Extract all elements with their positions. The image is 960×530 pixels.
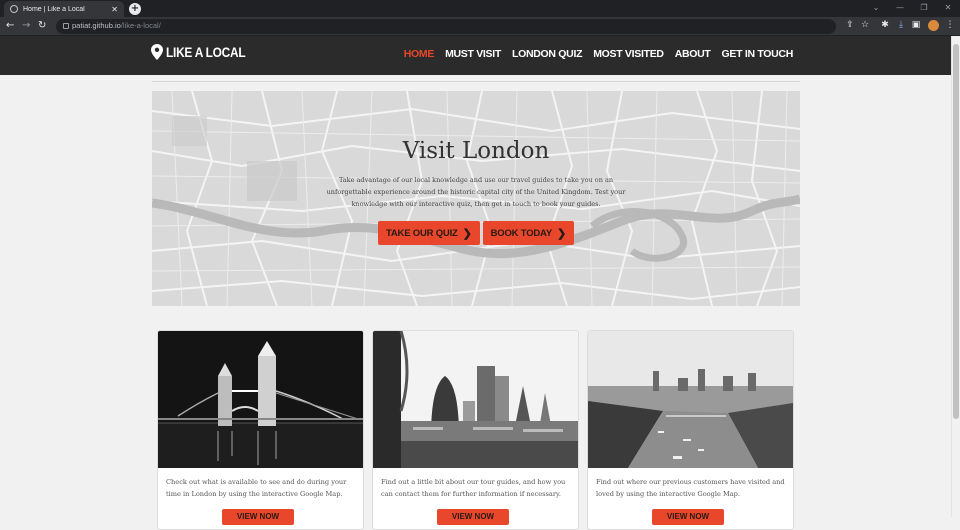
view-now-button[interactable]: VIEW NOW <box>222 509 294 525</box>
lock-icon[interactable] <box>63 23 69 29</box>
star-icon[interactable]: ☆ <box>860 20 870 30</box>
chevron-right-icon: ❯ <box>557 227 567 240</box>
take-quiz-button[interactable]: TAKE OUR QUIZ ❯ <box>377 221 480 245</box>
book-today-button[interactable]: BOOK TODAY ❯ <box>482 221 575 245</box>
view-now-button[interactable]: VIEW NOW <box>437 509 509 525</box>
url-text: patiat.github.io/like-a-local/ <box>72 21 161 30</box>
window-controls: ⌄ — ❐ ✕ <box>864 0 960 17</box>
map-pin-icon <box>151 44 163 60</box>
nav-london-quiz[interactable]: LONDON QUIZ <box>512 48 583 60</box>
city-skyline-image <box>373 331 578 468</box>
nav-get-in-touch[interactable]: GET IN TOUCH <box>722 48 794 60</box>
nav-must-visit[interactable]: MUST VISIT <box>445 48 501 60</box>
divider <box>152 81 800 82</box>
extensions-icon[interactable]: ✱ <box>880 20 890 30</box>
main-nav: HOME MUST VISIT LONDON QUIZ MOST VISITED… <box>404 48 794 60</box>
browser-tab[interactable]: Home | Like a Local ✕ <box>4 1 124 17</box>
card-text: Find out a little bit about our tour gui… <box>381 478 566 498</box>
tower-bridge-image <box>158 331 363 468</box>
brand-logo[interactable]: LIKE A LOCAL <box>151 44 259 60</box>
url-path: /like-a-local/ <box>120 21 161 30</box>
avatar[interactable] <box>928 20 939 31</box>
browser-tab-bar: Home | Like a Local ✕ + ⌄ — ❐ ✕ <box>0 0 960 17</box>
minimize-button[interactable]: — <box>888 0 912 17</box>
view-now-button[interactable]: VIEW NOW <box>652 509 724 525</box>
download-icon[interactable]: ⤓ <box>896 20 906 30</box>
brand-name: LIKE A LOCAL <box>166 44 246 60</box>
thames-river-image <box>588 331 793 468</box>
nav-most-visited[interactable]: MOST VISITED <box>593 48 664 60</box>
restore-button[interactable]: ❐ <box>912 0 936 17</box>
reload-icon[interactable]: ↻ <box>38 20 46 32</box>
card-text: Find out where our previous customers ha… <box>596 478 785 498</box>
new-tab-button[interactable]: + <box>129 3 141 15</box>
sidebar-icon[interactable]: ▣ <box>911 20 921 30</box>
share-icon[interactable]: ⇪ <box>845 20 855 30</box>
tab-title: Home | Like a Local <box>23 5 85 13</box>
card-must-visit: Check out what is available to see and d… <box>157 330 364 530</box>
chevron-down-icon[interactable]: ⌄ <box>864 0 888 17</box>
hero-section: Visit London Take advantage of our local… <box>152 91 800 306</box>
card-text: Check out what is available to see and d… <box>166 478 347 498</box>
close-icon[interactable]: ✕ <box>111 5 118 14</box>
hero-buttons: TAKE OUR QUIZ ❯ BOOK TODAY ❯ <box>152 221 800 245</box>
site-navbar: LIKE A LOCAL HOME MUST VISIT LONDON QUIZ… <box>0 36 951 75</box>
scrollbar-thumb[interactable] <box>953 44 959 419</box>
card-about: Find out a little bit about our tour gui… <box>372 330 579 530</box>
address-bar[interactable]: patiat.github.io/like-a-local/ <box>56 19 836 34</box>
card-most-visited: Find out where our previous customers ha… <box>587 330 794 530</box>
chevron-right-icon: ❯ <box>462 227 472 240</box>
forward-icon[interactable]: → <box>22 20 30 32</box>
hero-title: Visit London <box>402 138 550 164</box>
url-domain: patiat.github.io <box>72 21 121 30</box>
globe-icon <box>10 5 18 13</box>
hero-description: Take advantage of our local knowledge an… <box>326 176 626 208</box>
back-icon[interactable]: ← <box>6 20 14 32</box>
book-today-label: BOOK TODAY <box>490 227 553 239</box>
take-quiz-label: TAKE OUR QUIZ <box>385 227 458 239</box>
close-window-button[interactable]: ✕ <box>936 0 960 17</box>
page-scrollbar[interactable] <box>951 36 960 517</box>
nav-home[interactable]: HOME <box>404 48 435 60</box>
menu-icon[interactable]: ⋮ <box>945 20 955 30</box>
browser-toolbar: ← → ↻ patiat.github.io/like-a-local/ ⇪ ☆… <box>0 17 960 36</box>
nav-about[interactable]: ABOUT <box>675 48 711 60</box>
